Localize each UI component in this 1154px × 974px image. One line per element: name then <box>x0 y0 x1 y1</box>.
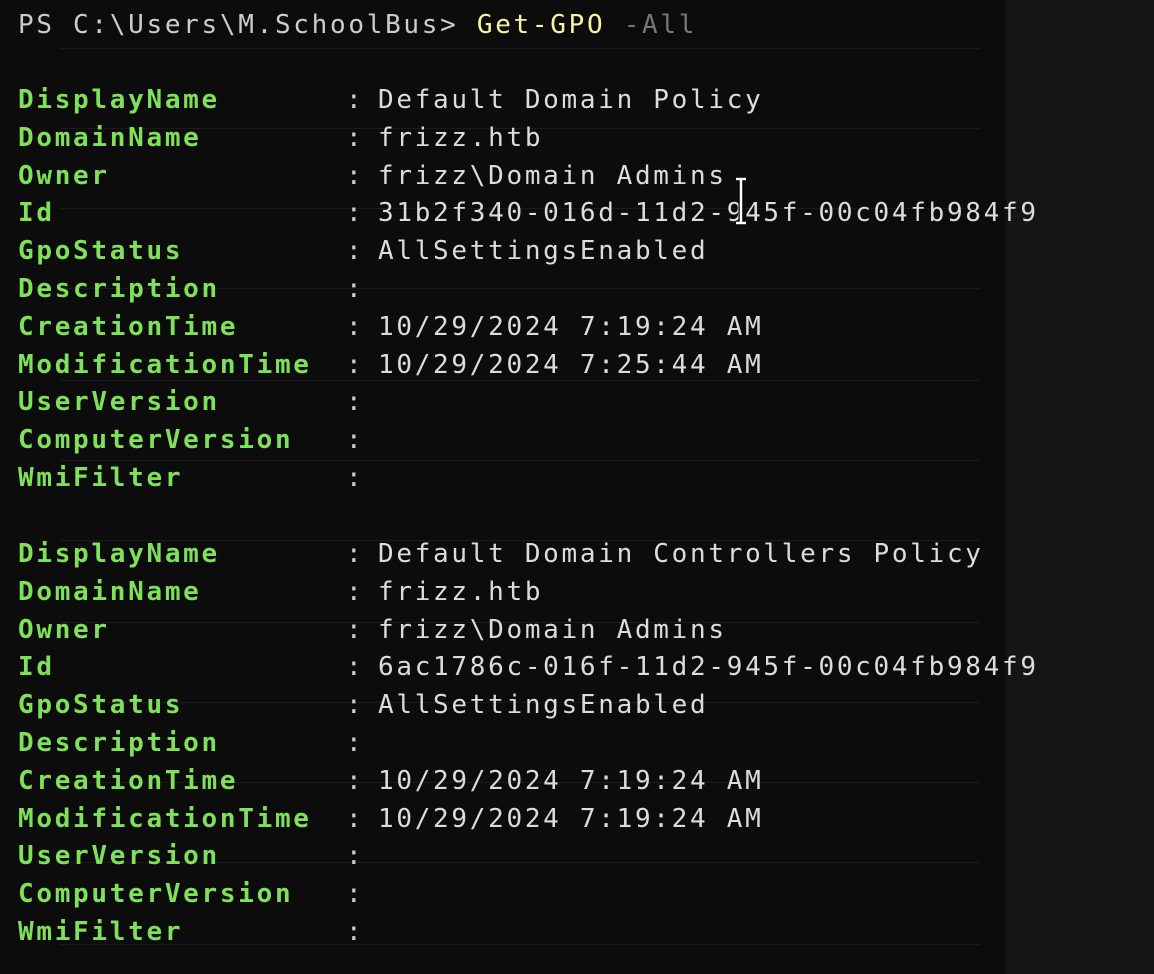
field-key: DisplayName <box>18 85 220 115</box>
field-separator: : <box>346 690 365 721</box>
command-text: Get-GPO <box>476 10 606 40</box>
field-separator: : <box>346 349 365 380</box>
field-key: GpoStatus <box>18 690 184 721</box>
field-value: frizz.htb <box>378 576 544 607</box>
field-value: 10/29/2024 7:19:24 AM <box>378 803 764 834</box>
field-value: Default Domain Policy <box>378 85 764 115</box>
field-key: Owner <box>18 160 110 191</box>
gpo-field-domainname: DomainName: frizz.htb <box>18 574 1039 612</box>
field-separator: : <box>346 652 365 683</box>
gpo-field-userversion: UserVersion: <box>18 384 1039 422</box>
gpo-field-displayname: DisplayName: Default Domain Policy <box>18 82 1039 120</box>
field-separator: : <box>346 198 365 229</box>
field-key: ComputerVersion <box>18 879 294 910</box>
field-key: WmiFilter <box>18 916 184 947</box>
field-key: CreationTime <box>18 311 239 342</box>
field-key: UserVersion <box>18 841 220 872</box>
gpo-field-creationtime: CreationTime:10/29/2024 7:19:24 AM <box>18 763 1039 801</box>
field-key: CreationTime <box>18 765 239 796</box>
field-separator: : <box>346 85 365 115</box>
field-key: GpoStatus <box>18 236 184 267</box>
field-key: DisplayName <box>18 539 220 569</box>
gpo-field-id: Id:31b2f340-016d-11d2-945f-00c04fb984f9 <box>18 195 1039 233</box>
gpo-field-description: Description: <box>18 271 1039 309</box>
field-separator: : <box>346 462 365 493</box>
field-key: Id <box>18 198 55 229</box>
field-value: AllSettingsEnabled <box>378 690 709 721</box>
field-separator: : <box>346 236 365 267</box>
field-separator: : <box>346 576 365 607</box>
field-key: ModificationTime <box>18 803 312 834</box>
gpo-field-userversion: UserVersion: <box>18 838 1039 876</box>
gpo-field-gpostatus: GpoStatus: AllSettingsEnabled <box>18 233 1039 271</box>
field-key: UserVersion <box>18 387 220 418</box>
field-value: 10/29/2024 7:19:24 AM <box>378 765 764 796</box>
field-separator: : <box>346 387 365 418</box>
gpo-field-wmifilter: WmiFilter: <box>18 460 1039 498</box>
field-separator: : <box>346 879 365 910</box>
field-separator: : <box>346 841 365 872</box>
field-separator: : <box>346 311 365 342</box>
field-key: Description <box>18 727 220 758</box>
prompt-text: PS C:\Users\M.SchoolBus> <box>18 10 459 40</box>
field-value: 10/29/2024 7:25:44 AM <box>378 349 764 380</box>
field-key: DomainName <box>18 576 202 607</box>
field-value: frizz\Domain Admins <box>378 614 727 645</box>
field-separator: : <box>346 425 365 456</box>
gpo-field-computerversion: ComputerVersion: <box>18 876 1039 914</box>
field-value: 10/29/2024 7:19:24 AM <box>378 311 764 342</box>
field-key: Description <box>18 273 220 304</box>
gpo-field-displayname: DisplayName: Default Domain Controllers P… <box>18 536 1039 574</box>
field-value: Default Domain Controllers Policy <box>378 539 984 569</box>
gpo-field-modificationtime: ModificationTime:10/29/2024 7:25:44 AM <box>18 347 1039 385</box>
field-value: 31b2f340-016d-11d2-945f-00c04fb984f9 <box>378 198 1039 229</box>
field-key: ModificationTime <box>18 349 312 380</box>
gpo-field-computerversion: ComputerVersion: <box>18 422 1039 460</box>
field-separator: : <box>346 765 365 796</box>
terminal-window[interactable]: PS C:\Users\M.SchoolBus> Get-GPO -All Di… <box>0 0 1154 974</box>
gpo-field-owner: Owner: frizz\Domain Admins <box>18 158 1039 196</box>
prompt-line[interactable]: PS C:\Users\M.SchoolBus> Get-GPO -All <box>18 8 697 42</box>
field-separator: : <box>346 614 365 645</box>
gpo-field-id: Id:6ac1786c-016f-11d2-945f-00c04fb984f9 <box>18 649 1039 687</box>
command-parameter: -All <box>623 10 698 40</box>
field-key: Id <box>18 652 55 683</box>
gpo-field-description: Description: <box>18 725 1039 763</box>
gpo-field-owner: Owner: frizz\Domain Admins <box>18 612 1039 650</box>
gpo-record: DisplayName: Default Domain Policy Domain… <box>18 82 1039 498</box>
field-value: frizz\Domain Admins <box>378 160 727 191</box>
field-value: AllSettingsEnabled <box>378 236 709 267</box>
field-value: frizz.htb <box>378 122 544 153</box>
gpo-field-creationtime: CreationTime:10/29/2024 7:19:24 AM <box>18 309 1039 347</box>
field-key: DomainName <box>18 122 202 153</box>
field-separator: : <box>346 122 365 153</box>
field-separator: : <box>346 803 365 834</box>
field-separator: : <box>346 160 365 191</box>
gpo-field-domainname: DomainName: frizz.htb <box>18 120 1039 158</box>
gpo-field-wmifilter: WmiFilter: <box>18 914 1039 952</box>
gpo-field-gpostatus: GpoStatus: AllSettingsEnabled <box>18 687 1039 725</box>
field-separator: : <box>346 539 365 569</box>
text-cursor-icon <box>736 177 746 225</box>
field-key: Owner <box>18 614 110 645</box>
gpo-record: DisplayName: Default Domain Controllers P… <box>18 536 1039 952</box>
field-key: WmiFilter <box>18 462 184 493</box>
field-separator: : <box>346 916 365 947</box>
field-separator: : <box>346 273 365 304</box>
field-separator: : <box>346 727 365 758</box>
gpo-field-modificationtime: ModificationTime:10/29/2024 7:19:24 AM <box>18 801 1039 839</box>
field-key: ComputerVersion <box>18 425 294 456</box>
field-value: 6ac1786c-016f-11d2-945f-00c04fb984f9 <box>378 652 1039 683</box>
